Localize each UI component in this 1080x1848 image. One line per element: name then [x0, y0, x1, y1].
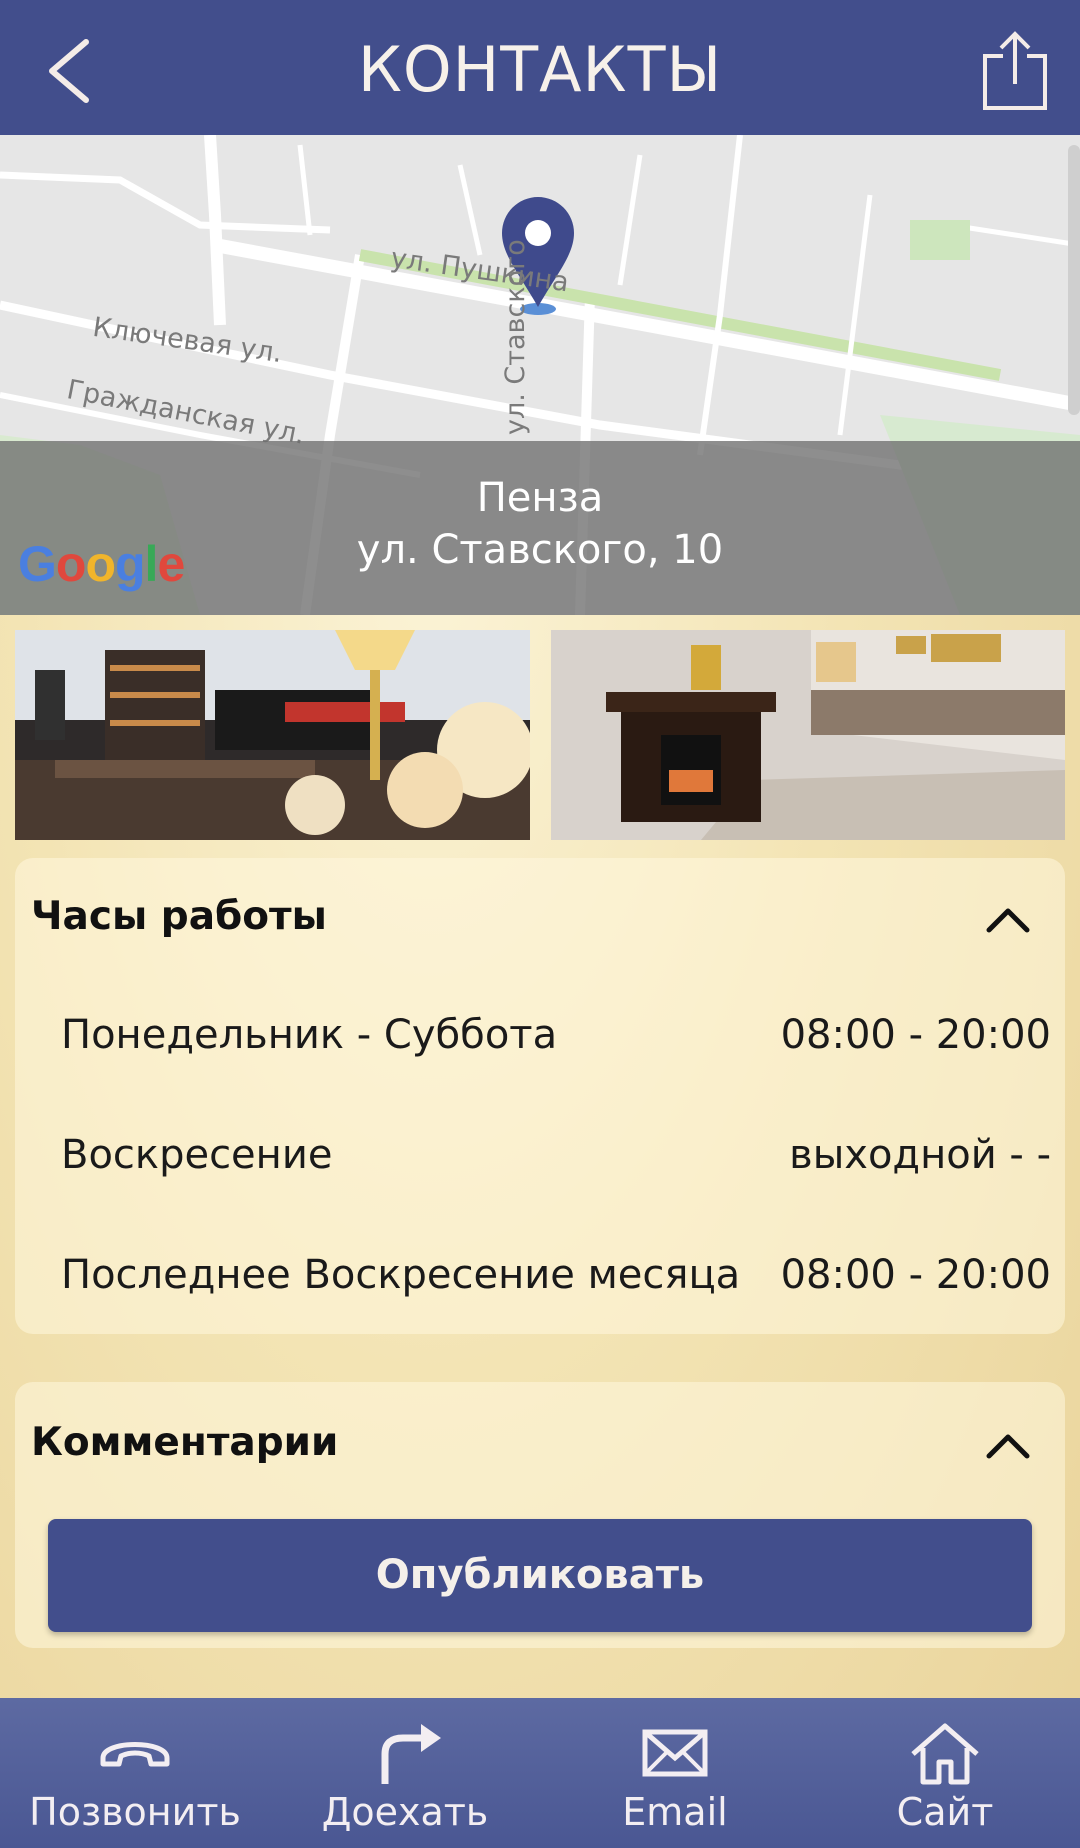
envelope-icon — [642, 1729, 708, 1777]
interior-fireplace-photo[interactable] — [551, 630, 1065, 840]
city-label: Пенза — [476, 475, 604, 521]
working-hours-title: Часы работы — [31, 894, 327, 939]
nav-site-label: Сайт — [896, 1790, 994, 1834]
nav-directions[interactable]: Доехать — [270, 1698, 540, 1848]
comments-title: Комментарии — [31, 1420, 339, 1465]
street-label-stavskogo: ул. Ставского — [500, 239, 531, 435]
directions-icon — [381, 1724, 441, 1784]
nav-call[interactable]: Позвонить — [0, 1698, 270, 1848]
working-hours-card: Часы работы Понедельник - Суббота 08:00 … — [15, 858, 1065, 1334]
nav-site[interactable]: Сайт — [810, 1698, 1080, 1848]
interior-bar-photo[interactable] — [15, 630, 530, 840]
nav-email[interactable]: Email — [540, 1698, 810, 1848]
share-icon[interactable] — [975, 28, 1055, 114]
google-logo: Google — [18, 536, 185, 592]
home-icon — [911, 1723, 979, 1785]
nav-directions-label: Доехать — [321, 1790, 489, 1834]
hours-row-time: 08:00 - 20:00 — [780, 1252, 1051, 1298]
chevron-up-icon[interactable] — [983, 902, 1033, 936]
hours-row-day: Воскресение — [61, 1132, 333, 1178]
bottom-nav: Позвонить Доехать Email Сайт — [0, 1698, 1080, 1848]
nav-email-label: Email — [622, 1790, 728, 1834]
publish-button[interactable]: Опубликовать — [48, 1519, 1032, 1632]
nav-call-label: Позвонить — [29, 1790, 241, 1834]
hours-row-time: выходной - - — [789, 1132, 1051, 1178]
chevron-up-icon[interactable] — [983, 1428, 1033, 1462]
hours-row-day: Последнее Воскресение месяца — [61, 1252, 741, 1298]
page-title: КОНТАКТЫ — [357, 33, 723, 106]
phone-icon — [100, 1742, 170, 1767]
hours-row-day: Понедельник - Суббота — [61, 1012, 558, 1058]
map-view[interactable]: ул. Пушкина Ключевая ул. Гражданская ул.… — [0, 135, 1080, 615]
app-header: КОНТАКТЫ — [0, 0, 1080, 135]
hours-row-time: 08:00 - 20:00 — [780, 1012, 1051, 1058]
